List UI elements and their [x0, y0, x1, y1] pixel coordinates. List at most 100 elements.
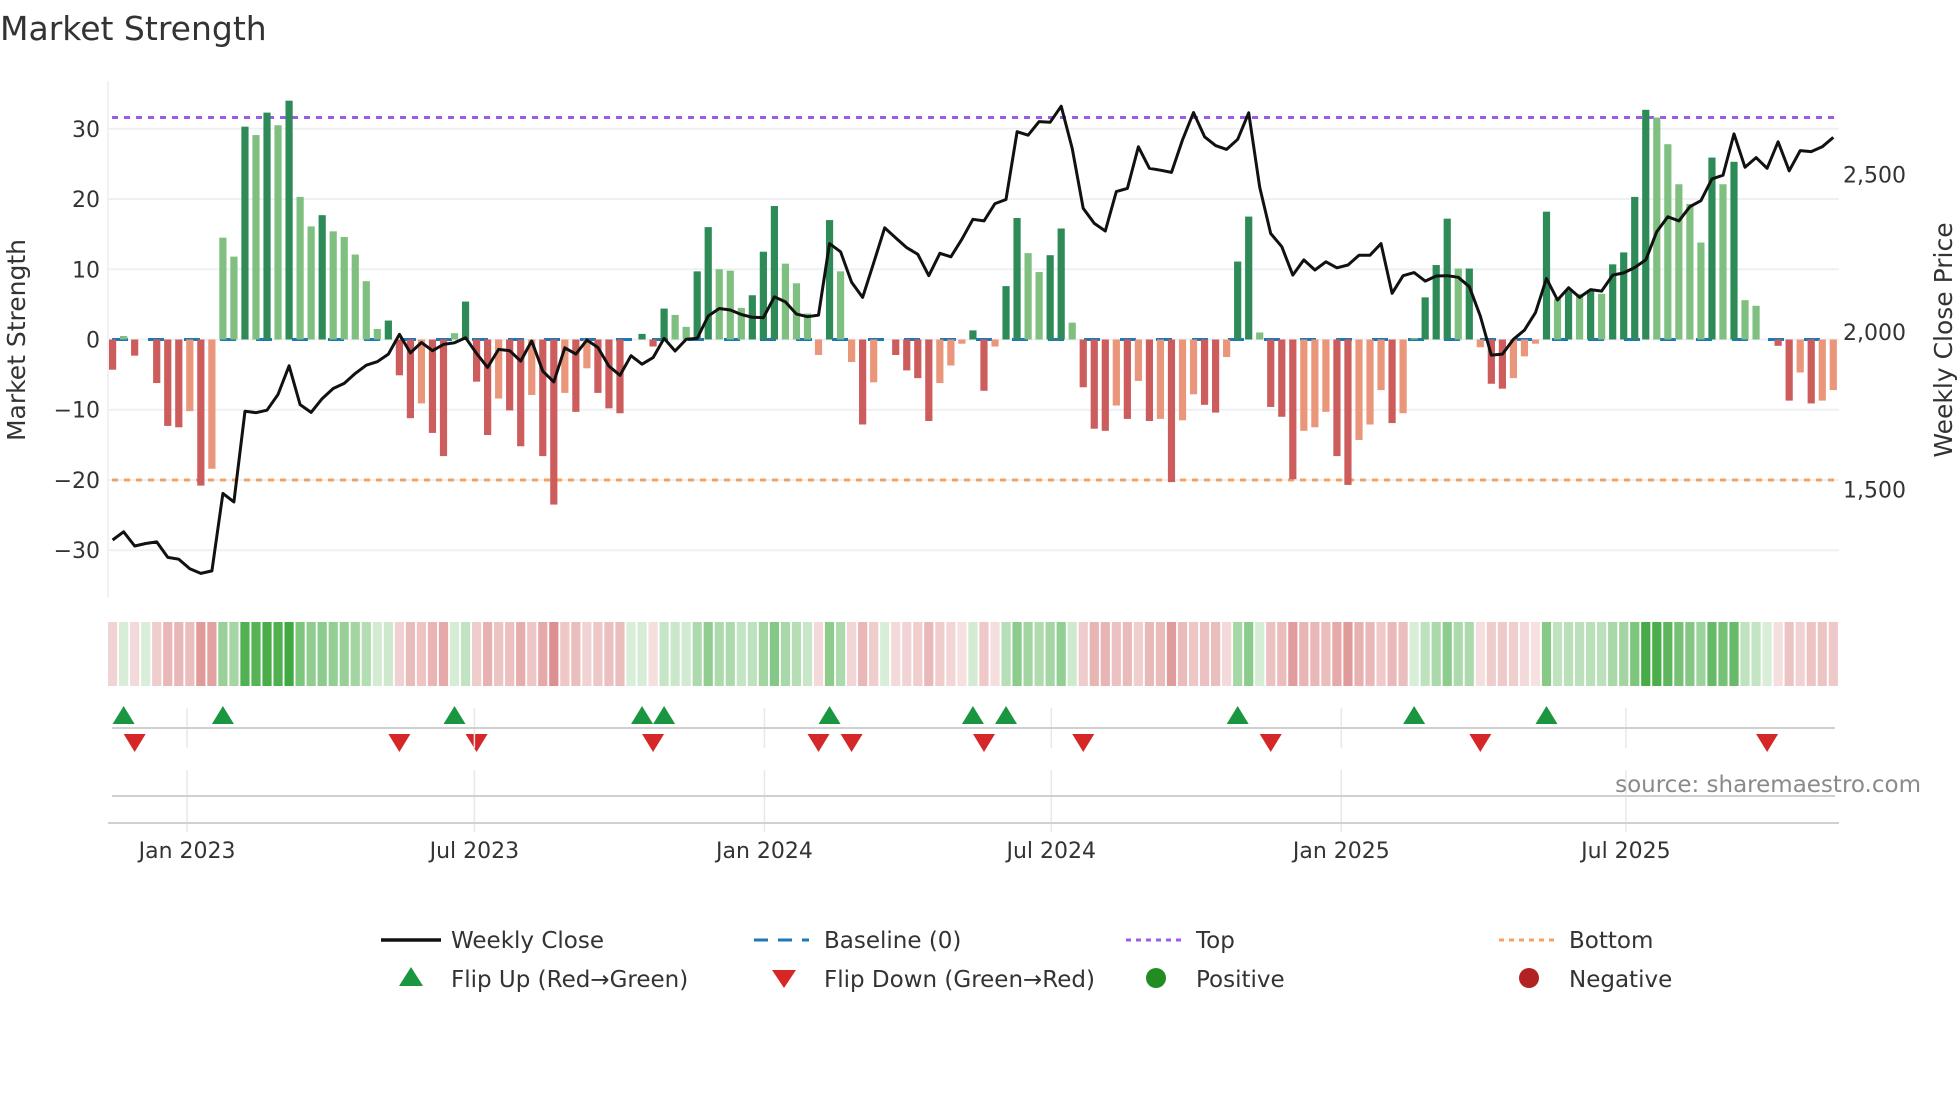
heatmap-cell: [1133, 622, 1143, 686]
strength-bar: [461, 301, 470, 340]
strength-bar: [859, 339, 867, 425]
legend-flip-up-label: Flip Up (Red→Green): [451, 967, 688, 993]
heatmap-cell: [1376, 622, 1386, 686]
heatmap-cell: [869, 622, 879, 686]
strength-bar: [1344, 339, 1352, 485]
heatmap-cell: [714, 622, 724, 686]
strength-bar: [814, 339, 823, 355]
strength-bar: [450, 333, 459, 340]
heatmap-cell: [516, 622, 526, 686]
heatmap-cell: [1641, 622, 1651, 686]
strength-bar: [1256, 332, 1264, 340]
x-axis-ticks: Jan 2023 Jul 2023 Jan 2024 Jul 2024 Jan 2025…: [137, 708, 1671, 864]
heatmap-cell: [1597, 622, 1607, 686]
heatmap-cell: [152, 622, 162, 686]
x-tick-label: Jan 2025: [1291, 839, 1390, 864]
heatmap-cell: [505, 622, 515, 686]
heatmap-cell: [648, 622, 658, 686]
flip-down-marker: [388, 734, 411, 752]
strength-bar: [1553, 298, 1562, 340]
strength-bar: [605, 339, 613, 409]
flip-up-marker: [112, 706, 135, 724]
legend-positive-label: Positive: [1196, 967, 1285, 993]
heatmap-cell: [141, 622, 151, 686]
strength-bar: [958, 339, 966, 344]
strength-bar: [1587, 290, 1595, 340]
heatmap-cell: [1199, 622, 1210, 686]
heatmap-cell: [383, 622, 393, 686]
strength-bar: [1796, 339, 1804, 373]
strength-bar: [539, 339, 547, 457]
heatmap-cell: [968, 622, 978, 686]
heatmap-cell: [218, 622, 228, 686]
y-axis-label: Market Strength: [2, 239, 31, 441]
strength-bar: [208, 339, 216, 469]
strength-bar: [1167, 339, 1176, 483]
heatmap-cell: [1023, 622, 1033, 686]
strength-bar: [1101, 339, 1109, 431]
strength-bar: [219, 237, 227, 340]
heatmap-cell: [1188, 622, 1199, 686]
strength-bar: [1300, 339, 1308, 431]
heatmap-cell: [108, 622, 118, 686]
y-tick-label: 0: [86, 329, 100, 354]
heatmap-cell: [1729, 622, 1739, 686]
heatmap-cell: [262, 622, 272, 686]
heatmap-cell: [1266, 622, 1276, 686]
strength-bar: [1664, 144, 1672, 340]
heatmap-cell: [571, 622, 581, 686]
legend: Weekly Close Baseline (0) Top Bottom Fli…: [381, 928, 1672, 993]
strength-bar: [1741, 300, 1749, 340]
strength-bar: [362, 281, 370, 340]
x-tick-label: Jul 2024: [1004, 839, 1096, 864]
heatmap-cell: [913, 622, 923, 686]
heatmap-cell: [1718, 622, 1728, 686]
flip-down-marker: [1072, 734, 1095, 752]
heatmap-cell: [328, 622, 338, 686]
heatmap-cell: [626, 622, 636, 686]
heatmap-cell: [1277, 622, 1287, 686]
flip-up-marker: [995, 706, 1018, 724]
strength-bar: [759, 251, 767, 340]
strength-bar: [969, 330, 977, 340]
heatmap-cell: [891, 622, 901, 686]
heatmap-cell: [1387, 622, 1397, 686]
strength-bar: [417, 339, 426, 404]
heatmap-cell: [593, 622, 603, 686]
strength-bar: [175, 339, 183, 428]
positive-dot-icon: [1146, 968, 1166, 988]
heatmap-cell: [1177, 622, 1188, 686]
heatmap-cell: [1817, 622, 1827, 686]
heatmap-cell: [1012, 622, 1022, 686]
heatmap-cell: [1332, 622, 1342, 686]
strength-bar: [1024, 253, 1032, 340]
heatmap-cell: [979, 622, 989, 686]
strength-bar: [848, 339, 856, 362]
heatmap-cell: [1652, 622, 1662, 686]
heatmap-cell: [1067, 622, 1077, 686]
heatmap-cell: [1541, 622, 1552, 686]
heatmap-cell: [494, 622, 504, 686]
strength-bar: [1223, 339, 1231, 358]
heatmap-cell: [1155, 622, 1166, 686]
heatmap-cell: [284, 622, 294, 686]
heatmap-cell: [1056, 622, 1066, 686]
strength-bar: [1123, 339, 1131, 419]
flip-down-marker: [465, 734, 488, 752]
strength-bar: [1642, 109, 1650, 340]
strength-bar: [1686, 203, 1694, 340]
heatmap-cell: [1696, 622, 1706, 686]
strength-bar: [671, 314, 679, 340]
heatmap-cell: [317, 622, 327, 686]
heatmap-cell: [1464, 622, 1474, 686]
flip-down-marker: [642, 734, 665, 752]
strength-bar: [274, 125, 282, 340]
strength-bar: [770, 206, 778, 340]
strength-bar: [318, 215, 326, 340]
heatmap-cell: [1519, 622, 1530, 686]
heatmap-cell: [858, 622, 868, 686]
heatmap-cell: [1828, 622, 1838, 686]
strength-bar: [660, 308, 668, 340]
flip-up-marker: [1226, 706, 1249, 724]
strength-bar: [1410, 338, 1418, 340]
